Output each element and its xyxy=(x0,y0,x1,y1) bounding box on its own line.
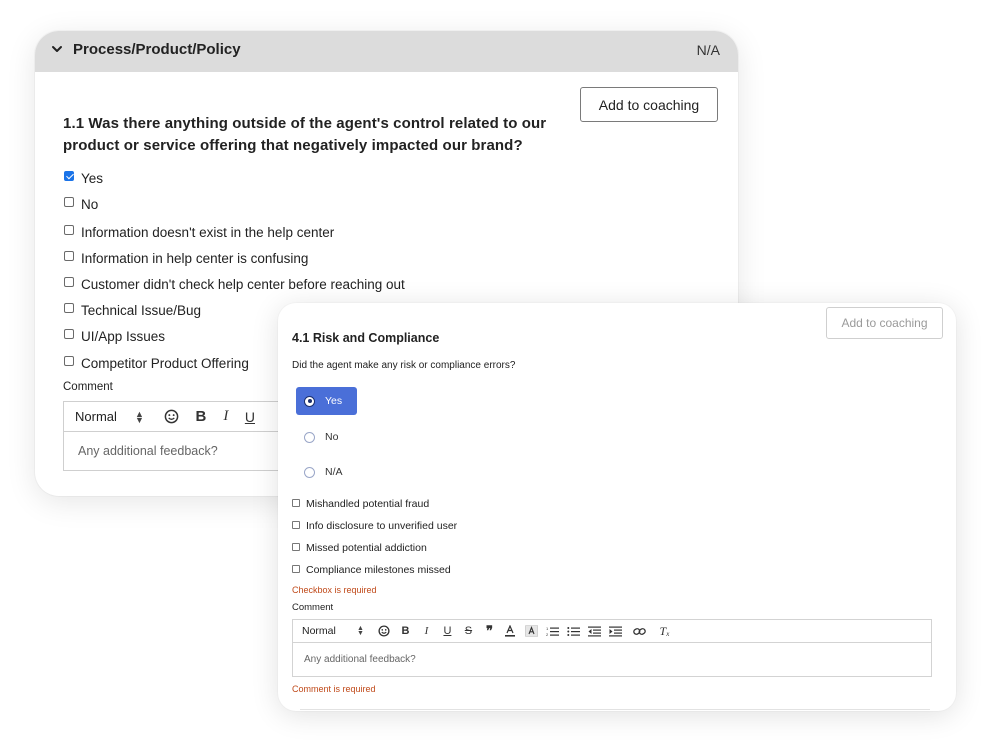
option-info-not-exist[interactable]: Information doesn't exist in the help ce… xyxy=(64,224,335,240)
checkbox[interactable] xyxy=(64,302,74,313)
checkbox[interactable] xyxy=(64,224,74,235)
checkbox[interactable] xyxy=(292,565,300,573)
outdent-icon[interactable] xyxy=(584,626,605,637)
check-missed-addiction[interactable]: Missed potential addiction xyxy=(292,542,427,554)
radio-button[interactable] xyxy=(304,395,315,407)
underline-icon[interactable]: U xyxy=(238,409,262,425)
radio-label: No xyxy=(325,431,339,443)
option-label: Technical Issue/Bug xyxy=(81,303,202,318)
checkbox[interactable] xyxy=(64,355,74,366)
option-customer-didnt-check[interactable]: Customer didn't check help center before… xyxy=(64,276,405,292)
option-ui-app-issues[interactable]: UI/App Issues xyxy=(64,328,166,344)
link-icon[interactable] xyxy=(626,626,654,637)
bullet-list-icon[interactable] xyxy=(563,626,584,637)
blockquote-icon[interactable]: ❞ xyxy=(479,623,500,639)
radio-na[interactable]: N/A xyxy=(296,458,357,486)
indent-icon[interactable] xyxy=(605,626,626,637)
clear-format-icon[interactable]: Tx xyxy=(654,624,675,639)
option-label: UI/App Issues xyxy=(81,329,166,344)
divider xyxy=(300,709,930,710)
section-title: Process/Product/Policy xyxy=(73,41,241,58)
select-arrows-icon[interactable]: ▲ ▼ xyxy=(135,409,144,424)
checkbox[interactable] xyxy=(64,250,74,261)
section-header[interactable]: Process/Product/Policy N/A xyxy=(35,31,738,72)
comment-placeholder: Any additional feedback? xyxy=(304,654,416,665)
radio-button[interactable] xyxy=(304,466,315,478)
option-competitor-offering[interactable]: Competitor Product Offering xyxy=(64,355,249,371)
option-info-confusing[interactable]: Information in help center is confusing xyxy=(64,250,309,266)
strikethrough-icon[interactable]: S xyxy=(458,625,479,637)
select-arrows-icon[interactable]: ▲ ▼ xyxy=(357,625,364,637)
ordered-list-icon[interactable]: 12 xyxy=(542,626,563,637)
section-title: 4.1 Risk and Compliance xyxy=(292,331,440,345)
option-label: Competitor Product Offering xyxy=(81,356,249,371)
add-to-coaching-button[interactable]: Add to coaching xyxy=(826,307,943,339)
svg-text:1: 1 xyxy=(546,626,549,631)
comment-editor[interactable]: Any additional feedback? xyxy=(292,643,932,677)
editor-toolbar: Normal ▲ ▼ B I U S ❞ 12 Tx xyxy=(292,619,932,643)
comment-placeholder: Any additional feedback? xyxy=(78,444,218,458)
checkbox[interactable] xyxy=(64,328,74,339)
radio-button[interactable] xyxy=(304,431,315,443)
checkbox[interactable] xyxy=(292,521,300,529)
bold-icon[interactable]: B xyxy=(188,408,214,425)
radio-label: Yes xyxy=(325,395,343,407)
svg-text:2: 2 xyxy=(546,632,549,637)
emoji-icon[interactable] xyxy=(374,625,395,637)
option-label: Information in help center is confusing xyxy=(81,251,309,266)
option-yes[interactable]: Yes xyxy=(64,170,104,186)
checkbox-label: Info disclosure to unverified user xyxy=(306,520,458,532)
background-color-icon[interactable] xyxy=(521,625,542,637)
italic-icon[interactable]: I xyxy=(214,408,238,425)
comment-error: Comment is required xyxy=(292,684,376,694)
checkbox[interactable] xyxy=(292,543,300,551)
option-label: Yes xyxy=(81,171,104,186)
checkbox-error: Checkbox is required xyxy=(292,585,377,595)
comment-label: Comment xyxy=(292,602,334,613)
checkbox[interactable] xyxy=(292,499,300,507)
emoji-icon[interactable] xyxy=(156,409,188,424)
check-compliance-milestones[interactable]: Compliance milestones missed xyxy=(292,564,451,576)
italic-icon[interactable]: I xyxy=(416,625,437,637)
na-label[interactable]: N/A xyxy=(697,42,720,58)
check-info-disclosure[interactable]: Info disclosure to unverified user xyxy=(292,520,457,532)
radio-label: N/A xyxy=(325,466,343,478)
format-select[interactable]: Normal xyxy=(75,409,135,424)
checkbox[interactable] xyxy=(64,170,74,181)
option-label: Information doesn't exist in the help ce… xyxy=(81,225,335,240)
format-select[interactable]: Normal xyxy=(302,625,357,637)
chevron-down-icon[interactable] xyxy=(51,43,63,55)
question-card-risk-compliance: Add to coaching 4.1 Risk and Compliance … xyxy=(278,303,956,711)
bold-icon[interactable]: B xyxy=(395,625,416,637)
question-text: Did the agent make any risk or complianc… xyxy=(292,360,516,371)
text-color-icon[interactable] xyxy=(500,625,521,637)
option-technical-issue[interactable]: Technical Issue/Bug xyxy=(64,302,202,318)
question-text: 1.1 Was there anything outside of the ag… xyxy=(63,115,547,154)
underline-icon[interactable]: U xyxy=(437,625,458,637)
checkbox-label: Compliance milestones missed xyxy=(306,564,451,576)
radio-no[interactable]: No xyxy=(296,423,357,451)
option-label: Customer didn't check help center before… xyxy=(81,277,405,292)
check-mishandled-fraud[interactable]: Mishandled potential fraud xyxy=(292,498,429,510)
checkbox-label: Mishandled potential fraud xyxy=(306,498,430,510)
add-to-coaching-button[interactable]: Add to coaching xyxy=(580,87,718,122)
checkbox[interactable] xyxy=(64,276,74,287)
checkbox[interactable] xyxy=(64,196,74,207)
checkbox-label: Missed potential addiction xyxy=(306,542,427,554)
radio-yes[interactable]: Yes xyxy=(296,387,357,415)
option-no[interactable]: No xyxy=(64,196,99,212)
comment-label: Comment xyxy=(63,381,113,393)
option-label: No xyxy=(81,197,99,212)
